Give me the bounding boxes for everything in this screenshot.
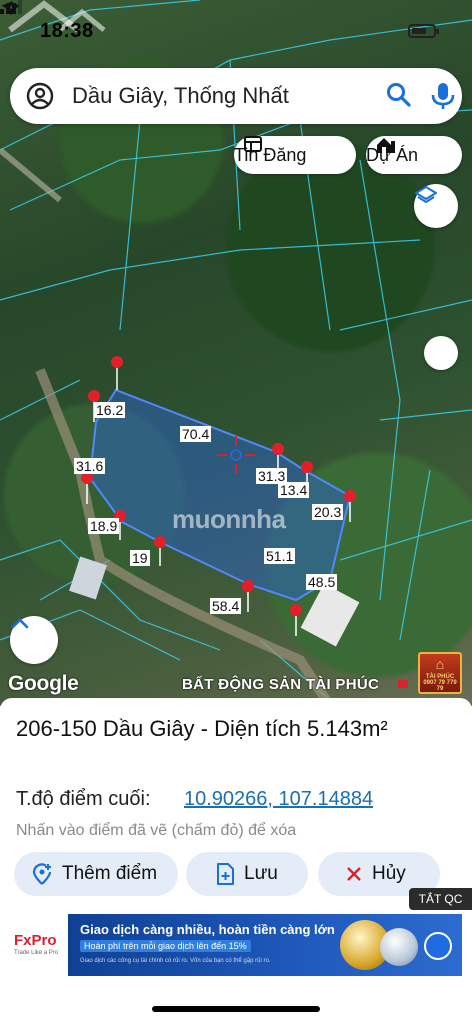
ad-disclaimer: Giao dịch các công cụ tài chính có rủi r…: [80, 958, 271, 964]
ad-headline: Giao dịch càng nhiều, hoàn tiền càng lớn: [80, 922, 335, 937]
segment-label: 70.4: [180, 426, 212, 442]
search-input[interactable]: [72, 78, 372, 114]
segment-label: 18.9: [88, 518, 120, 534]
map-view[interactable]: muonnha 16.2 70.4 31.6 31.3 13.4 18.9 20…: [0, 0, 472, 706]
segment-label: 48.5: [306, 574, 338, 590]
watermark-text: muonnha: [172, 504, 286, 534]
ad-action-button[interactable]: [424, 932, 452, 960]
layers-icon: [415, 186, 437, 203]
cancel-label: Hủy: [372, 863, 406, 884]
brand-text: BẤT ĐỘNG SẢN TÀI PHÚC: [182, 676, 380, 693]
flag-icon: [398, 680, 408, 688]
add-file-icon: [217, 863, 234, 885]
parcel-title: 206-150 Dầu Giây - Diện tích 5.143m²: [16, 716, 388, 741]
wifi-icon: [3, 2, 19, 15]
close-ad-button[interactable]: TẮT QC: [409, 888, 472, 910]
status-bar: 18:38: [0, 0, 472, 56]
battery-icon: [408, 24, 439, 38]
segment-label: 31.6: [74, 458, 106, 474]
save-label: Lưu: [244, 863, 278, 884]
google-logo: Google: [8, 672, 79, 695]
du-an-chip[interactable]: Dự Án: [366, 136, 462, 174]
pin-icon: [242, 580, 254, 612]
pin-icon: [111, 356, 123, 390]
ad-subline: Hoàn phí trên mỗi giao dịch lên đến 15%: [80, 940, 251, 952]
map-control-button[interactable]: [424, 336, 458, 370]
pin-icon: [154, 536, 166, 566]
status-time: 18:38: [40, 20, 94, 42]
segment-label: 58.4: [210, 598, 242, 614]
home-indicator[interactable]: [152, 1006, 320, 1012]
segment-label: 51.1: [264, 548, 296, 564]
ad-banner[interactable]: FxPro Trade Like a Pro Giao dịch càng nh…: [10, 914, 462, 976]
tin-dang-chip[interactable]: Tin Đăng: [234, 136, 356, 174]
segment-label: 19: [130, 550, 150, 566]
coords-link[interactable]: 10.90266, 107.14884: [184, 788, 373, 811]
listing-icon: [244, 136, 262, 152]
fxpro-logo: FxPro Trade Like a Pro: [10, 914, 68, 976]
segment-label: 13.4: [278, 482, 310, 498]
segment-label: 16.2: [94, 402, 126, 418]
coin-icon: [380, 928, 418, 966]
search-icon[interactable]: [386, 82, 412, 108]
segment-label: 20.3: [312, 504, 344, 520]
hint-text: Nhấn vào điểm đã vẽ (chấm đỏ) để xóa: [16, 822, 297, 839]
layers-button[interactable]: [414, 184, 458, 228]
account-icon[interactable]: [26, 82, 54, 110]
building-icon: [377, 138, 395, 153]
search-bar[interactable]: [10, 68, 462, 124]
expand-sheet-button[interactable]: [10, 616, 58, 664]
add-point-button[interactable]: Thêm điểm: [14, 852, 178, 896]
tai-phuc-logo: ⌂ TÀI PHÚC 0907 79 779 79: [418, 652, 462, 694]
drawn-parcel-polygon: [88, 388, 352, 602]
coords-label: T.độ điểm cuối:: [16, 788, 151, 810]
chevron-up-icon: [11, 618, 29, 629]
add-location-icon: [32, 863, 52, 885]
microphone-icon[interactable]: [430, 82, 456, 110]
save-button[interactable]: Lưu: [186, 852, 308, 896]
close-icon: [347, 867, 361, 881]
pin-icon: [290, 604, 302, 636]
add-point-label: Thêm điểm: [62, 863, 158, 884]
